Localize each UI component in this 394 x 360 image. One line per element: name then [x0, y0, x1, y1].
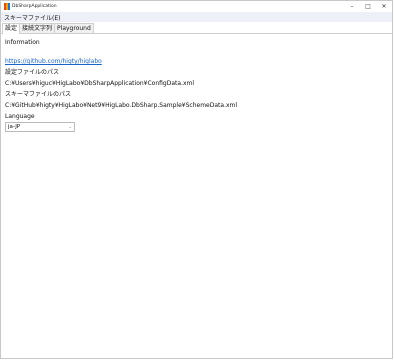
window-controls: – □ ✕: [344, 1, 392, 12]
app-icon: [4, 3, 10, 10]
information-link[interactable]: https://github.com/higty/higlabo: [5, 56, 102, 68]
language-select[interactable]: ja-JP ⌄: [5, 122, 75, 132]
app-window: DbSharpApplication – □ ✕ スキーマファイル(E) 設定 …: [0, 0, 393, 359]
chevron-down-icon: ⌄: [68, 124, 72, 129]
minimize-button[interactable]: –: [344, 1, 360, 12]
title-bar[interactable]: DbSharpApplication – □ ✕: [1, 1, 392, 12]
config-path-value: C:¥Users¥higuc¥HigLabo¥DbSharpApplicatio…: [5, 80, 195, 87]
settings-panel: Information https://github.com/higty/hig…: [1, 34, 392, 132]
schema-path-label: スキーマファイルのパス: [5, 91, 72, 98]
language-select-value: ja-JP: [8, 124, 21, 130]
tab-bar: 設定 接続文字列 Playground: [1, 22, 392, 34]
schema-path-value: C:¥GitHub¥higty¥HigLabo¥Net9¥HigLabo.DbS…: [5, 102, 238, 109]
information-label: Information: [5, 39, 40, 46]
close-button[interactable]: ✕: [376, 1, 392, 12]
tab-playground[interactable]: Playground: [54, 23, 94, 33]
language-label: Language: [5, 113, 35, 120]
window-title: DbSharpApplication: [12, 4, 57, 9]
config-path-label: 設定ファイルのパス: [5, 69, 60, 76]
menu-item-schema-file[interactable]: スキーマファイル(E): [1, 13, 60, 22]
maximize-button[interactable]: □: [360, 1, 376, 12]
menu-bar: スキーマファイル(E): [1, 12, 392, 22]
tab-settings[interactable]: 設定: [2, 23, 21, 34]
tab-connection-string[interactable]: 接続文字列: [19, 23, 56, 33]
